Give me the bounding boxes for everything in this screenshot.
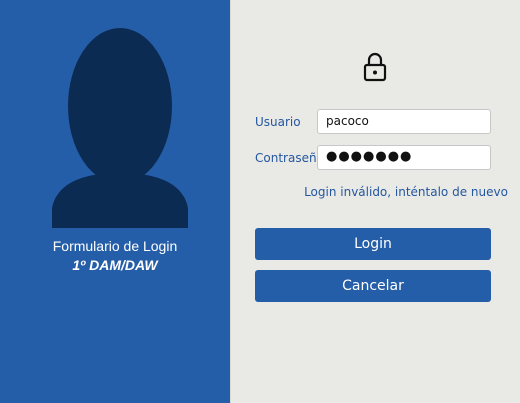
login-window: Formulario de Login 1º DAM/DAW Usuario p… <box>0 0 520 403</box>
username-input[interactable]: pacoco <box>317 109 491 134</box>
username-label: Usuario <box>255 115 301 129</box>
login-button[interactable]: Login <box>255 228 491 260</box>
cancel-button[interactable]: Cancelar <box>255 270 491 302</box>
user-silhouette-icon <box>52 28 188 228</box>
error-message: Login inválido, inténtalo de nuevo <box>304 185 508 199</box>
brand-panel: Formulario de Login 1º DAM/DAW <box>0 0 230 403</box>
password-input[interactable]: ●●●●●●● <box>317 145 491 170</box>
lock-icon <box>363 52 387 82</box>
password-label: Contraseña <box>255 151 324 165</box>
brand-subtitle: 1º DAM/DAW <box>72 257 158 273</box>
brand-title: Formulario de Login <box>52 238 178 254</box>
